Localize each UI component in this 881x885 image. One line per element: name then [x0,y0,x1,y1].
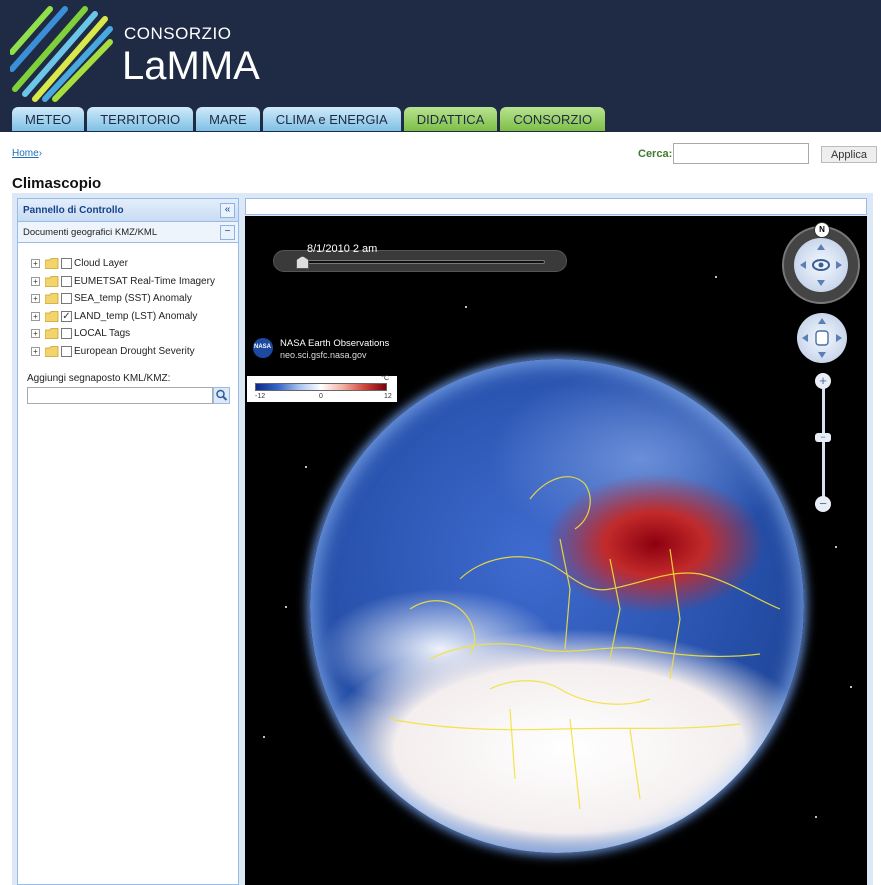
breadcrumb-home-link[interactable]: Home [12,148,39,159]
nasa-logo-icon: NASA [253,338,273,358]
layer-tree-item[interactable]: + ✓ LAND_temp (LST) Anomaly [31,308,215,326]
zoom-slider-track[interactable] [822,381,825,506]
earth-map-viewer[interactable]: 8/1/2010 2 am NASA NASA Earth Observatio… [245,216,867,885]
folder-icon [45,328,59,340]
breadcrumb-separator: › [38,148,43,159]
layer-tree-item[interactable]: + EUMETSAT Real-Time Imagery [31,273,215,291]
pan-control[interactable] [797,313,847,363]
logo-lamma-text: LaMMA [122,44,260,88]
country-borders [389,476,781,810]
breadcrumb: Home› [12,148,42,159]
layer-tree: + Cloud Layer + EUMETSAT Real-Time Imagery +… [31,255,215,360]
layer-label: European Drought Severity [74,345,195,357]
layer-tree-item[interactable]: + LOCAL Tags [31,325,215,343]
tab-meteo[interactable]: METEO [12,107,85,131]
kml-section-title: Documenti geografici KMZ/KML [23,227,158,238]
star [285,606,287,608]
star [835,546,837,548]
tab-didattica[interactable]: DIDATTICA [403,107,498,131]
compass-north-icon[interactable]: N [814,222,830,238]
layer-tree-item[interactable]: + Cloud Layer [31,255,215,273]
zoom-in-button[interactable]: + [815,373,831,389]
expand-plus-icon[interactable]: + [31,346,40,356]
folder-icon [45,258,59,270]
layer-checkbox[interactable] [61,293,72,305]
layer-tree-item[interactable]: + SEA_temp (SST) Anomaly [31,290,215,308]
layer-label: LAND_temp (LST) Anomaly [74,310,198,322]
folder-icon [45,293,59,305]
zoom-slider-handle[interactable]: − [815,433,831,442]
layer-label: Cloud Layer [74,258,128,270]
expand-plus-icon[interactable]: + [31,259,40,269]
apply-button[interactable]: Applica [821,146,877,163]
star [465,306,467,308]
zoom-slider[interactable]: + − − [815,373,831,513]
earth-globe[interactable] [310,359,804,853]
folder-icon [45,345,59,357]
layer-label: EUMETSAT Real-Time Imagery [74,275,215,287]
collapse-section-icon[interactable]: − [220,225,235,240]
zoom-out-button[interactable]: − [815,496,831,512]
tab-mare[interactable]: MARE [196,107,260,131]
search-label: Cerca: [638,148,673,160]
layer-checkbox[interactable]: ✓ [61,310,72,322]
search-input[interactable] [673,143,809,164]
nasa-title: NASA Earth Observations [280,338,390,349]
star [850,686,852,688]
lamma-logo[interactable]: CONSORZIO LaMMA [9,4,260,104]
nasa-logo-text: NASA [254,344,272,350]
layer-label: LOCAL Tags [74,328,131,340]
layer-checkbox[interactable] [61,258,72,270]
collapse-panel-icon[interactable]: « [220,203,235,218]
page-title: Climascopio [12,175,102,192]
time-label: 8/1/2010 2 am [307,243,378,255]
tab-consorzio[interactable]: CONSORZIO [500,107,606,131]
hand-pan-icon [802,318,842,358]
kml-section-header: Documenti geografici KMZ/KML − [18,222,238,243]
logo-stripes-icon [9,6,113,102]
folder-icon [45,275,59,287]
control-panel-header: Pannello di Controllo « [18,199,238,222]
layer-checkbox[interactable] [61,328,72,340]
layer-label: SEA_temp (SST) Anomaly [74,293,192,305]
tab-clima-energia[interactable]: CLIMA e ENERGIA [262,107,401,131]
star [305,466,307,468]
map-toolbar [245,198,867,215]
kml-add-label: Aggiungi segnaposto KML/KMZ: [27,373,171,384]
kml-url-input[interactable] [27,387,213,404]
main-nav: METEO TERRITORIO MARE CLIMA e ENERGIA DI… [12,107,606,132]
legend-min: -12 [255,393,266,400]
site-header: CONSORZIO LaMMA METEO TERRITORIO MARE CL… [0,0,881,132]
control-panel: Pannello di Controllo « Documenti geogra… [17,198,239,885]
folder-icon [45,310,59,322]
search-icon [216,389,228,401]
kml-search-button[interactable] [213,387,230,404]
expand-plus-icon[interactable]: + [31,294,40,304]
navigation-compass[interactable]: N [782,222,860,304]
compass-look-control[interactable] [794,238,848,292]
expand-plus-icon[interactable]: + [31,276,40,286]
star [715,276,717,278]
expand-plus-icon[interactable]: + [31,329,40,339]
logo-consorzio-text: CONSORZIO [124,24,232,43]
eye-icon [800,244,842,286]
time-slider-track[interactable] [296,256,545,269]
layer-checkbox[interactable] [61,275,72,287]
star [815,816,817,818]
time-slider-thumb[interactable] [296,256,309,269]
layer-tree-item[interactable]: + European Drought Severity [31,343,215,361]
tab-territorio[interactable]: TERRITORIO [87,107,194,131]
expand-plus-icon[interactable]: + [31,311,40,321]
layer-checkbox[interactable] [61,345,72,357]
control-panel-title: Pannello di Controllo [23,205,124,216]
star [263,736,265,738]
